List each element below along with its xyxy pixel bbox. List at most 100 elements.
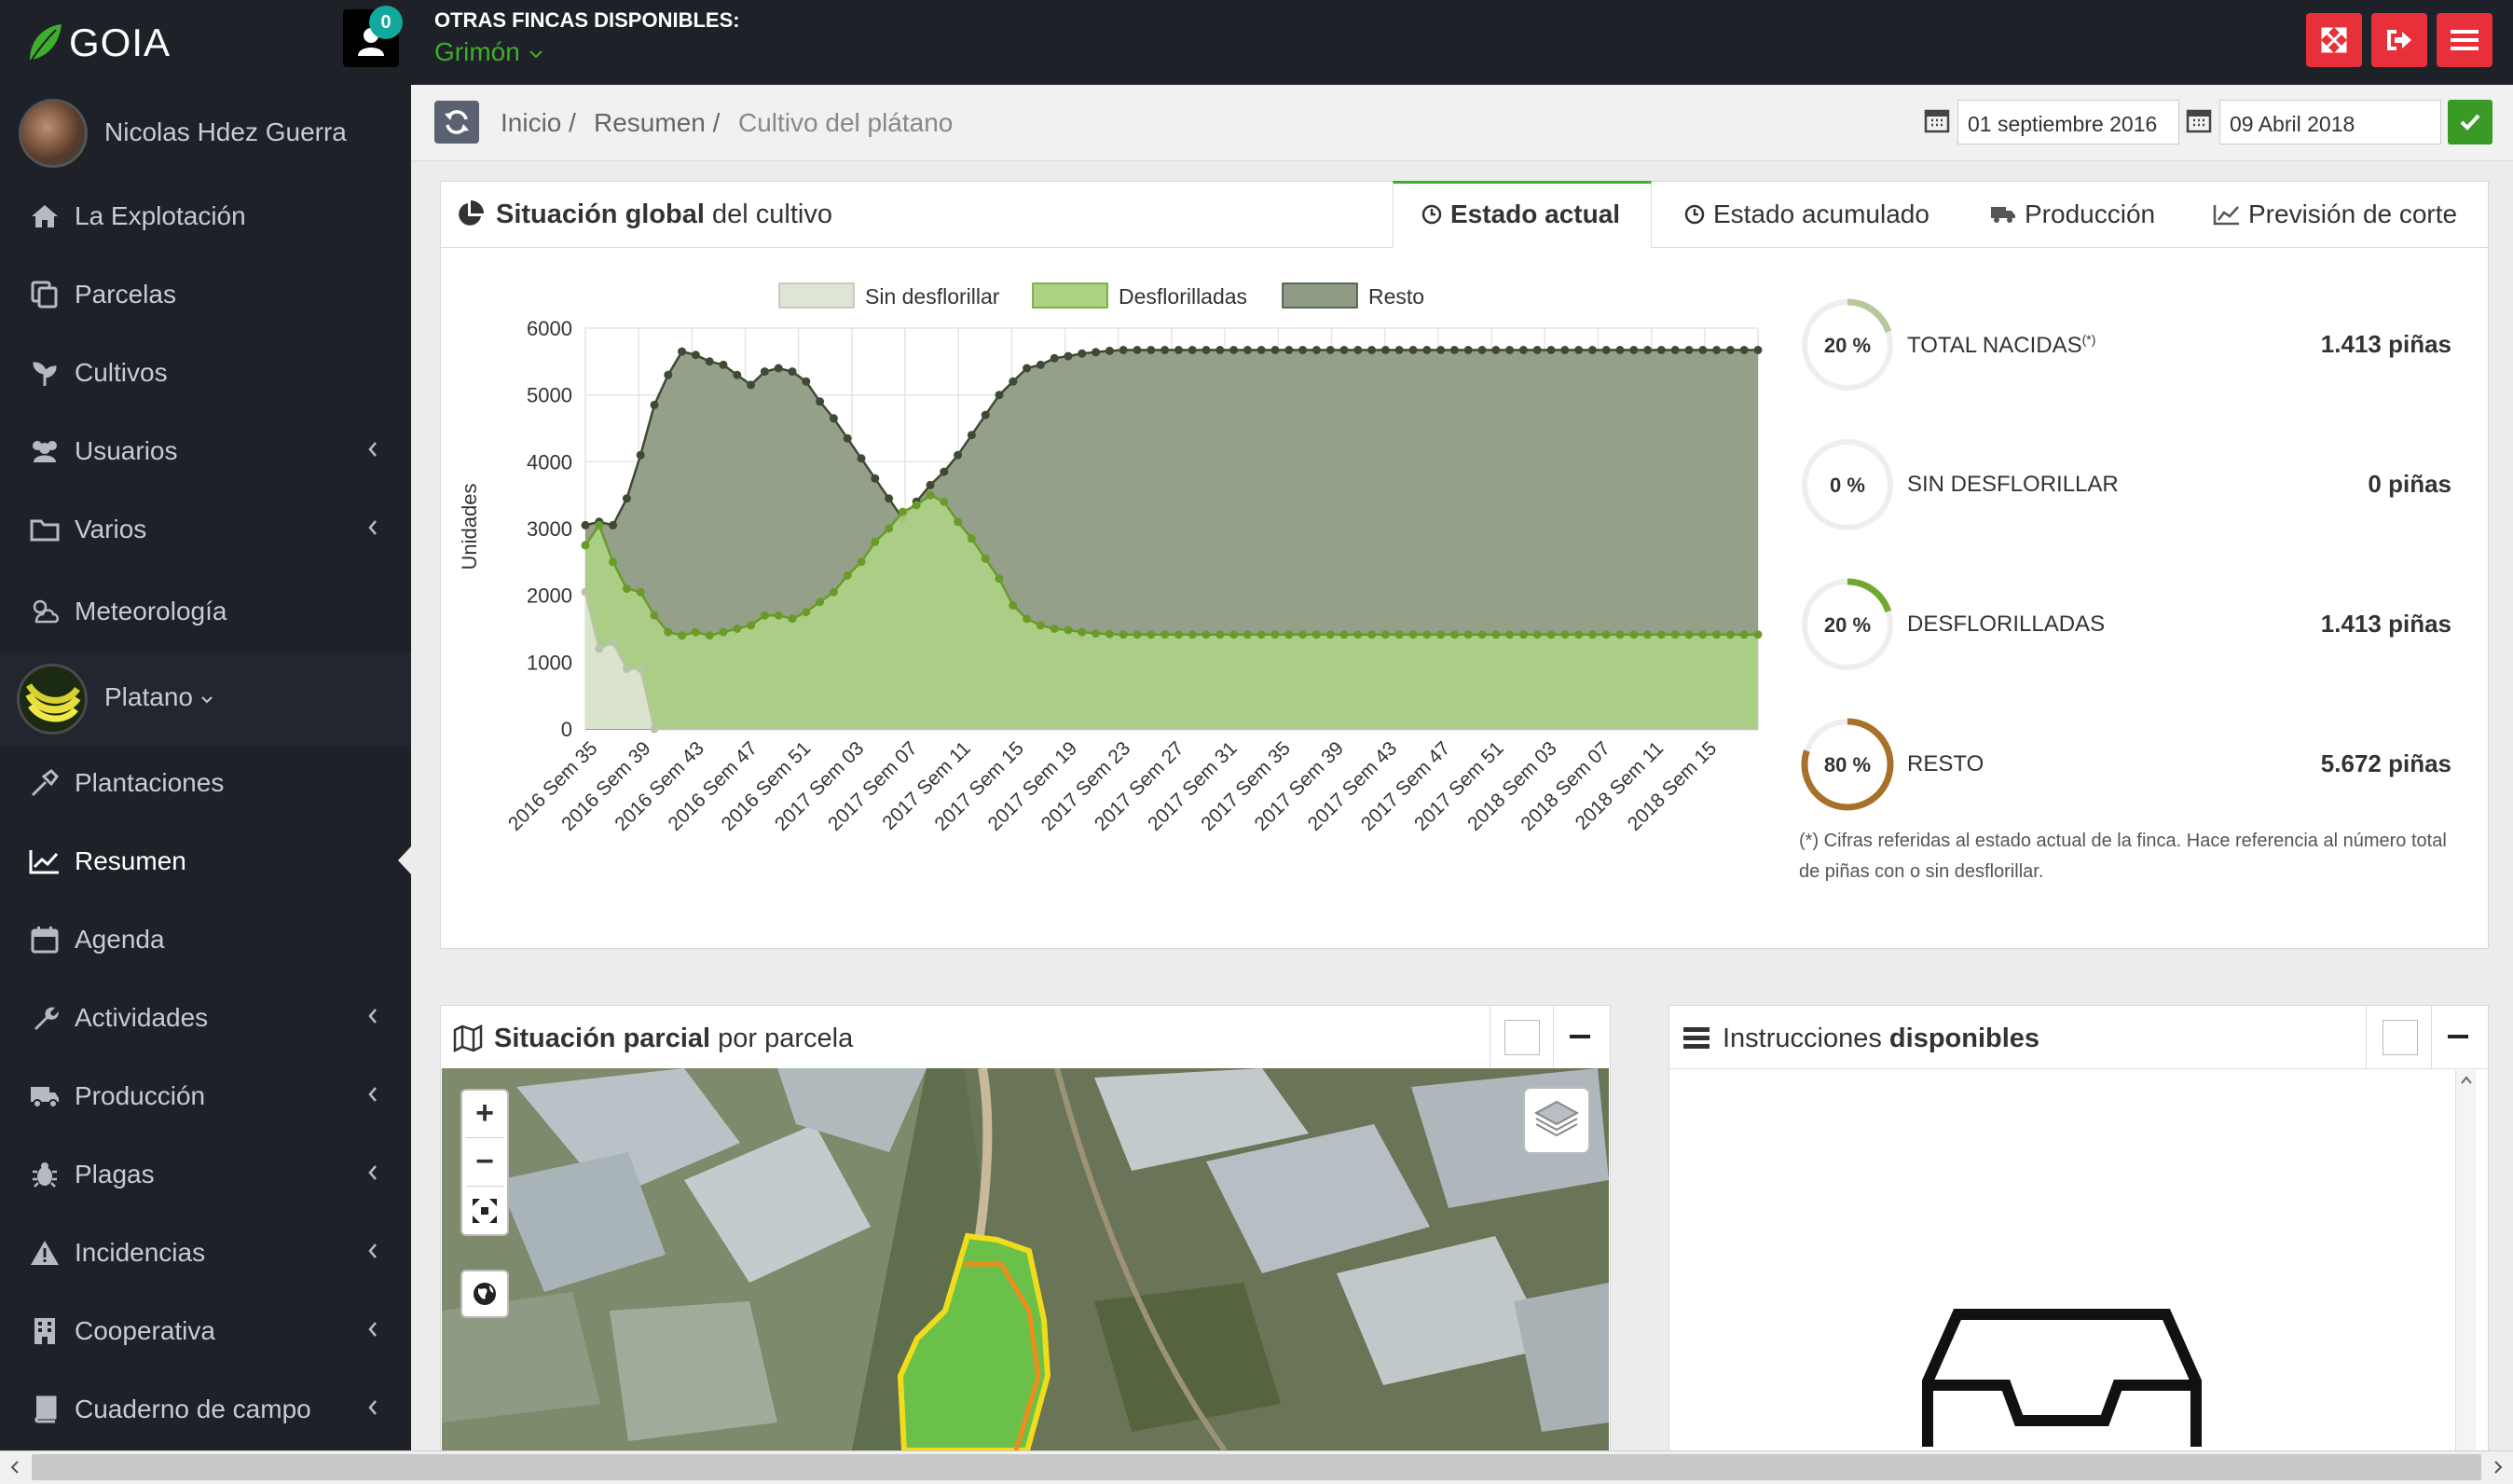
data-point[interactable] (788, 367, 797, 377)
data-point[interactable] (1311, 630, 1321, 639)
data-point[interactable] (816, 598, 825, 607)
data-point[interactable] (581, 541, 590, 550)
data-point[interactable] (1367, 346, 1377, 354)
data-point[interactable] (664, 370, 673, 379)
data-point[interactable] (1380, 346, 1390, 354)
sidebar-item-plagas[interactable]: Plagas (0, 1135, 411, 1214)
data-point[interactable] (1284, 630, 1294, 639)
data-point[interactable] (1188, 346, 1197, 354)
data-point[interactable] (1078, 349, 1087, 358)
sidebar-item-incidencias[interactable]: Incidencias (0, 1214, 411, 1292)
data-point[interactable] (1449, 346, 1459, 354)
data-point[interactable] (705, 631, 714, 640)
data-point[interactable] (1394, 346, 1404, 354)
data-point[interactable] (885, 494, 894, 503)
data-point[interactable] (1311, 346, 1321, 354)
sidebar-item-actividades[interactable]: Actividades (0, 979, 411, 1057)
data-point[interactable] (1670, 346, 1680, 354)
data-point[interactable] (650, 400, 659, 409)
data-point[interactable] (1298, 630, 1308, 639)
sidebar-item-parcelas[interactable]: Parcelas (0, 255, 411, 334)
data-point[interactable] (595, 644, 604, 653)
data-point[interactable] (981, 554, 990, 563)
data-point[interactable] (733, 370, 742, 379)
data-point[interactable] (1656, 630, 1666, 639)
data-point[interactable] (1160, 630, 1170, 639)
data-point[interactable] (1339, 630, 1349, 639)
data-point[interactable] (871, 474, 880, 483)
data-point[interactable] (1643, 346, 1653, 354)
data-point[interactable] (1739, 630, 1749, 639)
data-point[interactable] (1698, 630, 1708, 639)
data-point[interactable] (678, 347, 687, 356)
zoom-out-button[interactable]: − (462, 1139, 507, 1184)
sidebar-item-resumen[interactable]: Resumen (0, 822, 411, 900)
data-point[interactable] (1174, 630, 1183, 639)
data-point[interactable] (1092, 348, 1101, 357)
data-point[interactable] (843, 570, 852, 580)
data-point[interactable] (1105, 629, 1114, 639)
data-point[interactable] (1725, 346, 1735, 354)
data-point[interactable] (609, 638, 618, 647)
data-point[interactable] (1229, 346, 1239, 354)
data-point[interactable] (1739, 346, 1749, 354)
sidebar-item-explotacion[interactable]: La Explotación (0, 177, 411, 255)
refresh-button[interactable] (434, 101, 479, 144)
data-point[interactable] (1133, 346, 1142, 354)
data-point[interactable] (1050, 625, 1059, 633)
panel-scrollbar[interactable] (2455, 1070, 2476, 1450)
data-point[interactable] (1050, 353, 1059, 363)
data-point[interactable] (1684, 346, 1694, 354)
data-point[interactable] (1698, 346, 1708, 354)
data-point[interactable] (1670, 630, 1680, 639)
data-point[interactable] (1092, 629, 1101, 638)
sidebar-item-meteorologia[interactable]: Meteorología (0, 572, 411, 651)
data-point[interactable] (1712, 346, 1722, 354)
logout-button[interactable] (2371, 13, 2427, 67)
tab-produccion[interactable]: Producción (1989, 182, 2155, 247)
data-point[interactable] (981, 410, 990, 419)
data-point[interactable] (843, 433, 852, 443)
data-point[interactable] (1587, 346, 1597, 354)
data-point[interactable] (1009, 377, 1018, 386)
legend-swatch[interactable] (1032, 282, 1108, 309)
data-point[interactable] (954, 517, 963, 527)
data-point[interactable] (1477, 630, 1487, 639)
data-point[interactable] (1380, 630, 1390, 639)
data-point[interactable] (1629, 630, 1639, 639)
data-point[interactable] (1009, 600, 1018, 610)
sidebar-item-usuarios[interactable]: Usuarios (0, 412, 411, 490)
data-point[interactable] (1215, 630, 1225, 639)
data-point[interactable] (940, 497, 949, 506)
data-point[interactable] (636, 665, 645, 673)
data-point[interactable] (1202, 630, 1211, 639)
data-point[interactable] (1463, 346, 1473, 354)
data-point[interactable] (774, 611, 783, 620)
sidebar-item-cultivos[interactable]: Cultivos (0, 334, 411, 412)
data-point[interactable] (1298, 346, 1308, 354)
tab-estado-acumulado[interactable]: Estado acumulado (1683, 182, 1929, 247)
apply-dates-button[interactable] (2448, 100, 2492, 144)
data-point[interactable] (898, 507, 907, 516)
user-name[interactable]: Nicolas Hdez Guerra (104, 117, 347, 147)
data-point[interactable] (1560, 630, 1570, 639)
data-point[interactable] (1188, 630, 1197, 639)
data-point[interactable] (719, 360, 728, 369)
data-point[interactable] (774, 364, 783, 373)
data-point[interactable] (829, 587, 838, 597)
data-point[interactable] (1353, 630, 1363, 639)
data-point[interactable] (857, 557, 866, 567)
data-point[interactable] (1119, 630, 1128, 639)
data-point[interactable] (1256, 630, 1266, 639)
data-point[interactable] (609, 520, 618, 529)
data-point[interactable] (1629, 346, 1639, 354)
data-point[interactable] (1518, 346, 1528, 354)
breadcrumb-resumen[interactable]: Resumen / (594, 108, 720, 138)
data-point[interactable] (954, 450, 963, 460)
data-point[interactable] (747, 621, 756, 630)
data-point[interactable] (705, 357, 714, 366)
data-point[interactable] (802, 377, 811, 386)
data-point[interactable] (1325, 630, 1335, 639)
data-point[interactable] (622, 665, 631, 673)
scroll-left-icon[interactable] (7, 1458, 22, 1477)
